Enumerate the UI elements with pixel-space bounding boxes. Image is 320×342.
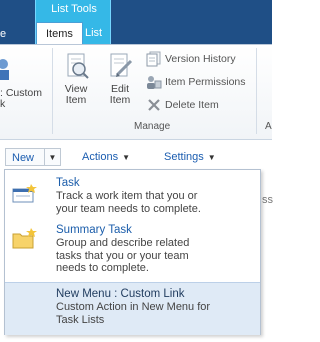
- delete-item-label: Delete Item: [165, 99, 219, 111]
- task-icon: [12, 184, 37, 203]
- tab-partial[interactable]: e: [0, 25, 12, 44]
- menu-item-description: Track a work item that you or your team …: [56, 190, 201, 215]
- view-item-icon: [67, 53, 89, 79]
- chevron-down-icon: ▼: [48, 153, 57, 162]
- menu-item-description: Custom Action in New Menu for Task Lists: [56, 301, 211, 326]
- settings-label: Settings: [164, 151, 204, 163]
- list-toolbar: New ▼ Actions ▼ Settings ▼: [0, 145, 272, 169]
- delete-item-button[interactable]: Delete Item: [146, 96, 219, 114]
- group-divider: [256, 48, 257, 134]
- tab-list[interactable]: List: [76, 22, 111, 44]
- actions-label: Actions: [82, 151, 119, 163]
- version-history-icon: [146, 51, 161, 67]
- new-button[interactable]: New: [5, 148, 45, 166]
- custom-action-icon: [0, 59, 9, 80]
- folder-icon: [12, 228, 37, 249]
- actions-menu[interactable]: Actions ▼: [82, 148, 130, 166]
- chevron-down-icon: ▼: [122, 153, 130, 162]
- menu-item-title: Task: [56, 177, 80, 189]
- group-divider: [52, 48, 53, 134]
- edit-item-label: Edit Item: [109, 83, 131, 106]
- item-permissions-icon: [147, 76, 162, 90]
- menu-item-description: Group and describe related tasks that yo…: [56, 237, 190, 274]
- new-dropdown-button[interactable]: ▼: [44, 148, 61, 166]
- new-item-menu: Task Track a work item that you or your …: [4, 169, 261, 335]
- custom-action-label: : Custom k: [0, 87, 43, 110]
- menu-item-title: New Menu : Custom Link: [56, 288, 185, 300]
- view-item-button[interactable]: View Item: [58, 52, 94, 112]
- ribbon-bottom-border: [0, 139, 272, 140]
- edit-item-button[interactable]: Edit Item: [102, 52, 138, 112]
- version-history-button[interactable]: Version History: [146, 50, 236, 68]
- delete-icon: [148, 99, 160, 111]
- ribbon-tab-bar: List Tools e Items List: [0, 0, 272, 44]
- menu-item-summary-task[interactable]: Summary Task Group and describe related …: [5, 222, 260, 280]
- next-group-label-partial: A: [265, 121, 272, 132]
- menu-item-title: Summary Task: [56, 224, 132, 236]
- partial-background-text: ss: [262, 194, 273, 206]
- menu-item-custom-link[interactable]: New Menu : Custom Link Custom Action in …: [5, 282, 260, 335]
- item-permissions-button[interactable]: Item Permissions: [146, 73, 246, 91]
- view-item-label: View Item: [64, 83, 88, 106]
- menu-item-task[interactable]: Task Track a work item that you or your …: [5, 170, 260, 220]
- edit-item-icon: [110, 53, 133, 77]
- version-history-label: Version History: [165, 53, 236, 65]
- custom-action-button-partial[interactable]: : Custom k: [0, 52, 48, 112]
- item-permissions-label: Item Permissions: [165, 76, 246, 88]
- manage-group-label: Manage: [134, 121, 171, 132]
- settings-menu[interactable]: Settings ▼: [164, 148, 216, 166]
- chevron-down-icon: ▼: [207, 153, 216, 162]
- contextual-group-label: List Tools: [51, 3, 97, 15]
